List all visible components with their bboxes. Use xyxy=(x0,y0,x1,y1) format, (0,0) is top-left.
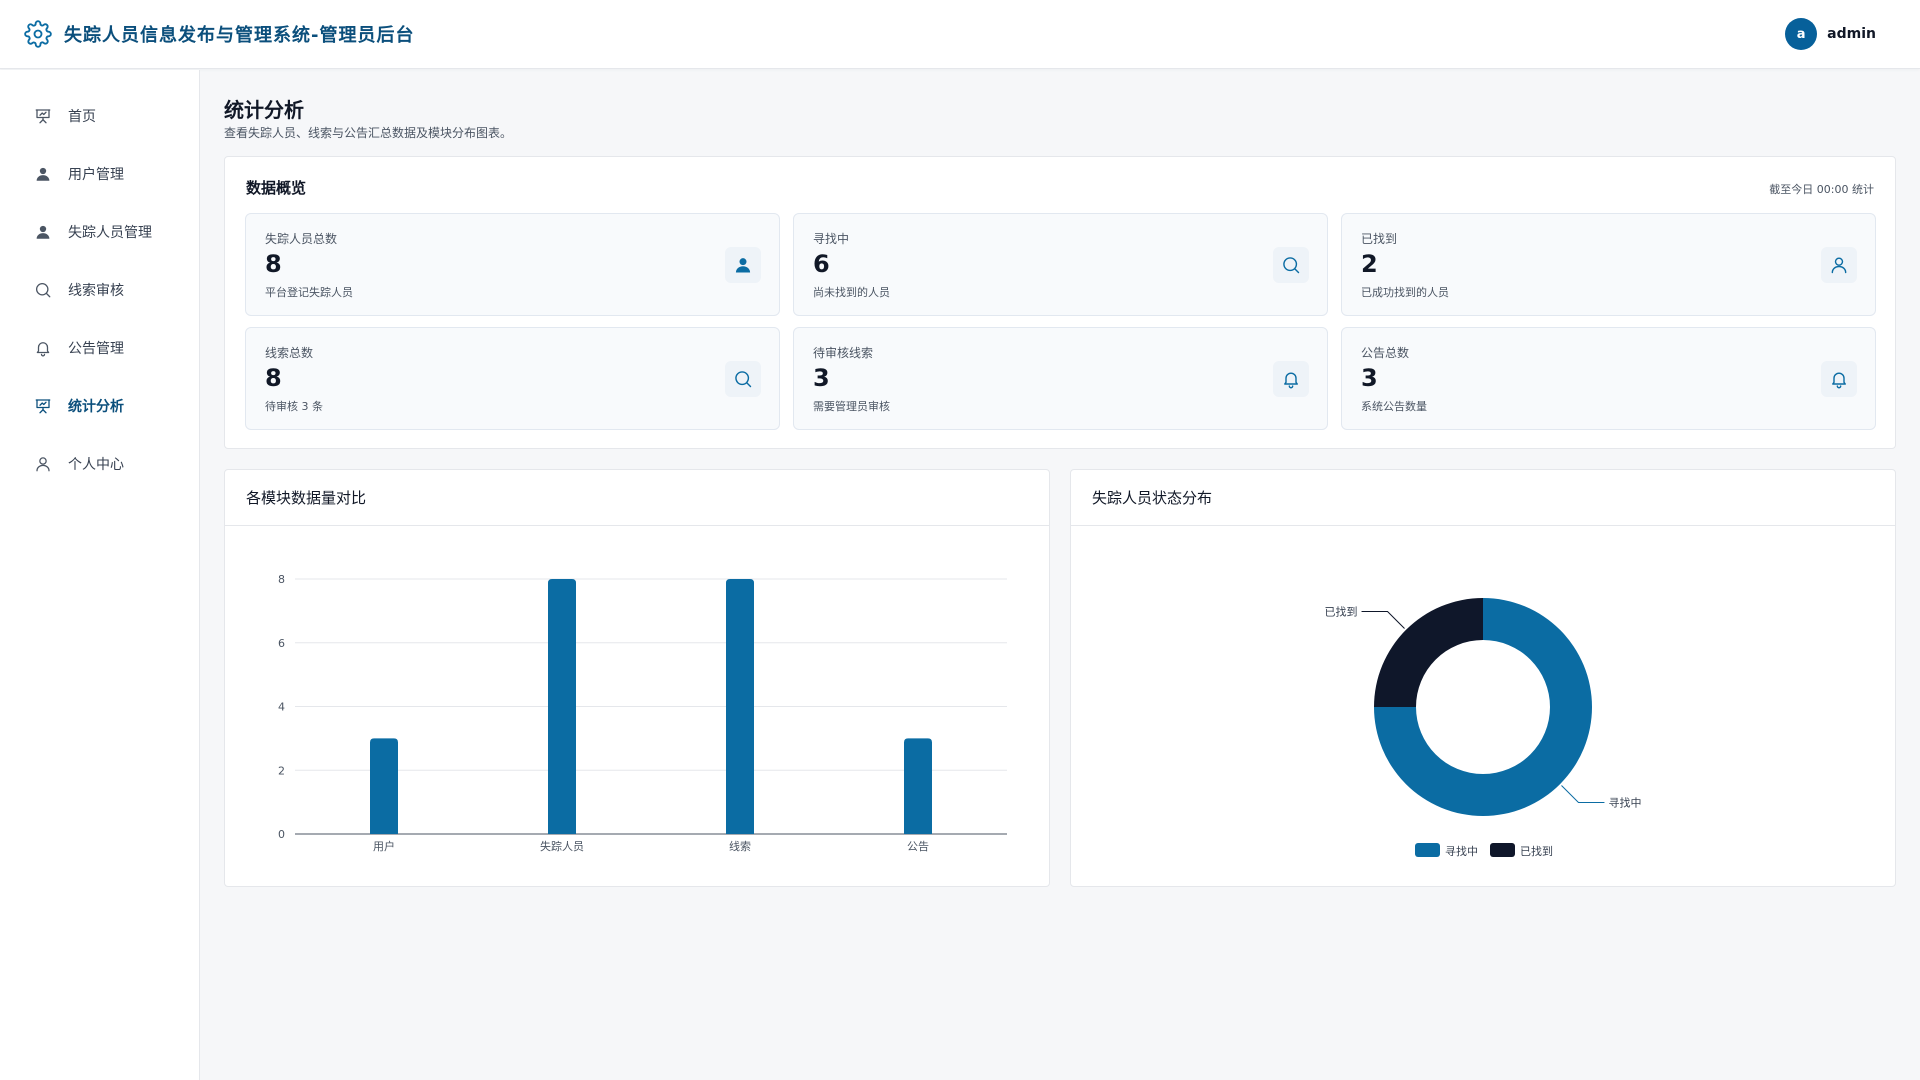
stat-value: 6 xyxy=(813,250,830,278)
bar-chart-title: 各模块数据量对比 xyxy=(225,470,1049,526)
sidebar-item-profile[interactable]: 个人中心 xyxy=(0,435,199,493)
legend-label: 已找到 xyxy=(1520,844,1553,858)
sidebar-item-users[interactable]: 用户管理 xyxy=(0,145,199,203)
stat-value: 2 xyxy=(1361,250,1378,278)
stat-card-announcement-total: 公告总数 3 系统公告数量 xyxy=(1341,327,1876,430)
stat-label: 寻找中 xyxy=(813,232,850,246)
stat-card-missing-total: 失踪人员总数 8 平台登记失踪人员 xyxy=(245,213,780,316)
sidebar-item-clue-review[interactable]: 线索审核 xyxy=(0,261,199,319)
stat-desc: 平台登记失踪人员 xyxy=(265,286,353,299)
x-tick-label: 线索 xyxy=(729,839,751,853)
overview-note: 截至今日 00:00 统计 xyxy=(1769,183,1874,196)
sidebar-item-label: 个人中心 xyxy=(68,457,124,473)
presentation-icon xyxy=(35,109,51,124)
sidebar-item-missing-persons[interactable]: 失踪人员管理 xyxy=(0,203,199,261)
sidebar-item-label: 线索审核 xyxy=(68,283,124,299)
stat-desc: 需要管理员审核 xyxy=(813,400,890,413)
y-tick-label: 8 xyxy=(278,573,285,586)
user-filled-icon xyxy=(725,247,761,283)
stat-card-searching: 寻找中 6 尚未找到的人员 xyxy=(793,213,1328,316)
x-tick-label: 失踪人员 xyxy=(540,839,584,853)
y-tick-label: 2 xyxy=(278,764,285,777)
slice-label: 已找到 xyxy=(1325,605,1358,619)
bar xyxy=(370,738,398,834)
data-overview-panel: 数据概览 截至今日 00:00 统计 失踪人员总数 8 平台登记失踪人员 寻找中… xyxy=(224,156,1896,449)
overview-title: 数据概览 xyxy=(246,179,307,197)
sidebar-item-label: 首页 xyxy=(68,109,96,125)
bar-chart: 0 2 4 6 8 用户 失踪人员 线索 公告 xyxy=(278,573,1007,853)
stat-label: 待审核线索 xyxy=(813,346,874,360)
donut-chart: 寻找中已找到寻找中 已找到 xyxy=(1325,598,1641,858)
stat-label: 失踪人员总数 xyxy=(265,232,338,246)
bar xyxy=(726,579,754,834)
app-title: 失踪人员信息发布与管理系统-管理员后台 xyxy=(64,25,415,46)
sidebar-item-label: 统计分析 xyxy=(68,399,124,415)
stat-desc: 系统公告数量 xyxy=(1361,400,1427,413)
legend-swatch xyxy=(1415,843,1440,857)
user-outline-icon xyxy=(36,457,50,472)
search-icon xyxy=(35,282,51,298)
y-tick-label: 6 xyxy=(278,637,285,650)
y-tick-label: 0 xyxy=(278,828,285,841)
pie-chart-title: 失踪人员状态分布 xyxy=(1071,470,1895,526)
stat-desc: 已成功找到的人员 xyxy=(1361,286,1449,299)
x-tick-label: 公告 xyxy=(907,840,929,853)
page-subtitle: 查看失踪人员、线索与公告汇总数据及模块分布图表。 xyxy=(224,126,513,140)
user-filled-icon xyxy=(36,167,50,181)
slice-label: 寻找中 xyxy=(1608,795,1641,809)
leader-line xyxy=(1361,611,1405,629)
legend-swatch xyxy=(1490,843,1515,857)
bell-icon xyxy=(1273,361,1309,397)
user-outline-icon xyxy=(1821,247,1857,283)
stat-desc: 待审核 3 条 xyxy=(265,400,323,413)
search-icon xyxy=(1273,247,1309,283)
page-title: 统计分析 xyxy=(224,98,304,122)
bar xyxy=(548,579,576,834)
sidebar-item-announcements[interactable]: 公告管理 xyxy=(0,319,199,377)
stat-label: 已找到 xyxy=(1361,232,1398,246)
sidebar-item-statistics[interactable]: 统计分析 xyxy=(0,377,199,435)
user-menu[interactable]: a admin xyxy=(1785,18,1896,50)
stat-desc: 尚未找到的人员 xyxy=(813,286,890,299)
gear-icon xyxy=(24,20,52,48)
stat-card-pending-clues: 待审核线索 3 需要管理员审核 xyxy=(793,327,1328,430)
sidebar-item-label: 失踪人员管理 xyxy=(68,225,152,241)
legend-label: 寻找中 xyxy=(1445,844,1478,858)
avatar[interactable]: a xyxy=(1785,18,1818,50)
stat-value: 8 xyxy=(265,250,282,278)
presentation-icon xyxy=(35,399,51,414)
x-tick-label: 用户 xyxy=(373,839,395,853)
stat-value: 3 xyxy=(813,364,830,392)
sidebar: 首页 用户管理 失踪人员管理 线索审核 公告管理 统计分析 个人中心 xyxy=(0,70,200,1080)
sidebar-item-label: 用户管理 xyxy=(68,167,124,183)
stat-label: 公告总数 xyxy=(1361,346,1410,360)
stat-card-found: 已找到 2 已成功找到的人员 xyxy=(1341,213,1876,316)
pie-chart-panel: 失踪人员状态分布 寻找中 已找到 寻找中 已找到 xyxy=(1070,469,1896,887)
stat-card-clue-total: 线索总数 8 待审核 3 条 xyxy=(245,327,780,430)
user-filled-icon xyxy=(36,225,50,239)
sidebar-item-label: 公告管理 xyxy=(68,341,124,357)
sidebar-item-home[interactable]: 首页 xyxy=(0,87,199,145)
bar xyxy=(904,738,932,834)
top-header: 失踪人员信息发布与管理系统-管理员后台 a admin xyxy=(0,0,1920,69)
stat-value: 3 xyxy=(1361,364,1378,392)
bar-chart-panel: 各模块数据量对比 0 2 4 6 8 用户 失踪人员 线索 公告 xyxy=(224,469,1050,887)
stat-label: 线索总数 xyxy=(265,346,314,360)
leader-line xyxy=(1561,785,1605,803)
y-tick-label: 4 xyxy=(278,701,285,714)
username[interactable]: admin xyxy=(1827,26,1876,42)
bell-icon xyxy=(1821,361,1857,397)
search-icon xyxy=(725,361,761,397)
main-content: 统计分析 查看失踪人员、线索与公告汇总数据及模块分布图表。 数据概览 截至今日 … xyxy=(224,70,1896,1080)
stat-value: 8 xyxy=(265,364,282,392)
bell-icon xyxy=(36,342,50,357)
